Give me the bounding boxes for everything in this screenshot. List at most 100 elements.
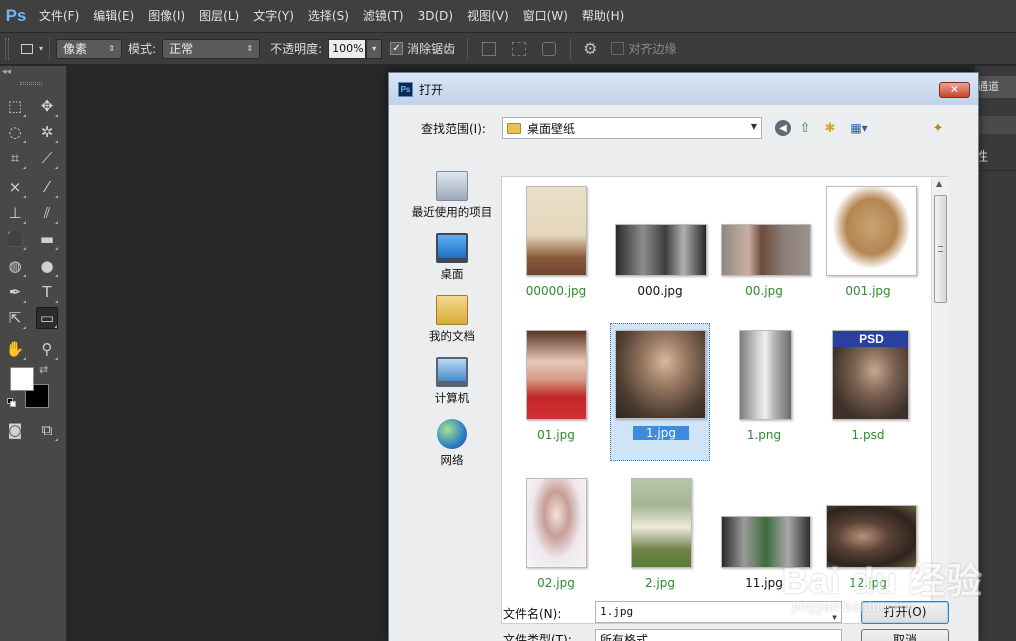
file-item[interactable]: 000.jpg (610, 181, 710, 319)
menu-image[interactable]: 图像(I) (141, 0, 192, 32)
history-brush-tool-icon[interactable]: ⫽ (36, 202, 58, 224)
menu-select[interactable]: 选择(S) (301, 0, 356, 32)
file-item-selected[interactable]: 1.jpg (610, 323, 710, 461)
updown-arrow-icon: ⇕ (246, 44, 254, 53)
open-button[interactable]: 打开(O) (861, 601, 949, 624)
dialog-title-bar[interactable]: Ps 打开 ✕ (389, 73, 978, 105)
file-item[interactable]: 01.jpg (506, 329, 606, 467)
tools-panel-grip[interactable] (20, 82, 42, 85)
opacity-input[interactable]: 100% (328, 38, 367, 59)
right-panel: 通道 性 (975, 66, 1016, 641)
place-desktop[interactable]: 桌面 (403, 233, 501, 282)
place-network[interactable]: 网络 (403, 419, 501, 468)
gradient-tool-icon[interactable]: ▬ (36, 228, 58, 250)
path-arrangement-icon[interactable] (542, 41, 557, 56)
file-thumbnail (526, 186, 587, 276)
options-bar-grip[interactable] (5, 37, 9, 60)
magic-wand-tool-icon[interactable]: ✲ (36, 121, 58, 143)
default-colors-icon[interactable] (7, 398, 17, 408)
marquee-tool-icon[interactable]: ⬚ (4, 95, 26, 117)
menu-3d[interactable]: 3D(D) (411, 0, 460, 32)
menu-view[interactable]: 视图(V) (460, 0, 516, 32)
type-tool-icon[interactable]: T (36, 281, 58, 303)
cancel-button[interactable]: 取消 (861, 629, 949, 641)
menu-layer[interactable]: 图层(L) (192, 0, 246, 32)
zoom-tool-icon[interactable]: ⚲ (36, 338, 58, 360)
photoshop-icon: Ps (398, 82, 413, 97)
tool-preset-icon[interactable] (21, 43, 33, 54)
file-item[interactable]: PSD 1.psd (818, 329, 918, 467)
file-item[interactable]: 2.jpg (610, 477, 710, 615)
screen-mode-icon[interactable]: ⧉ (36, 419, 58, 441)
file-thumbnail (721, 516, 811, 568)
swap-colors-icon[interactable]: ⇄ (39, 363, 48, 376)
unit-value: 像素 (63, 42, 88, 56)
pen-tool-icon[interactable]: ✒ (4, 281, 26, 303)
hand-tool-icon[interactable]: ✋ (4, 338, 26, 360)
file-name-input[interactable]: 1.jpg ▼ (595, 601, 842, 623)
path-selection-tool-icon[interactable]: ⇱ (4, 307, 26, 329)
dodge-tool-icon[interactable]: ● (36, 255, 58, 277)
mode-select[interactable]: 正常 ⇕ (162, 38, 261, 59)
recent-items-icon (436, 171, 468, 201)
path-operations-icon[interactable] (482, 41, 497, 56)
back-icon[interactable]: ◀ (775, 120, 791, 136)
rectangle-tool-icon[interactable]: ▭ (36, 307, 58, 329)
file-item[interactable]: 1.png (714, 329, 814, 467)
favorite-folder-icon[interactable]: ✦ (929, 119, 947, 137)
file-type-select[interactable]: 所有格式 ▼ (595, 629, 842, 641)
view-menu-icon[interactable]: ▦▾ (845, 119, 873, 137)
file-item[interactable]: 00.jpg (714, 181, 814, 319)
clone-stamp-tool-icon[interactable]: ⊥ (4, 202, 26, 224)
menu-window[interactable]: 窗口(W) (516, 0, 575, 32)
file-name: 000.jpg (637, 284, 683, 298)
place-computer[interactable]: 计算机 (403, 357, 501, 406)
file-item[interactable]: 11.jpg (714, 477, 814, 615)
file-item[interactable]: 00000.jpg (506, 181, 606, 319)
file-thumbnail (615, 330, 706, 419)
folder-icon (507, 122, 521, 134)
new-folder-icon[interactable]: ✱ (821, 119, 839, 137)
menu-bar: Ps 文件(F) 编辑(E) 图像(I) 图层(L) 文字(Y) 选择(S) 滤… (0, 0, 1016, 32)
file-item[interactable]: 02.jpg (506, 477, 606, 615)
lasso-tool-icon[interactable]: ◌ (4, 121, 26, 143)
channels-tab[interactable]: 通道 (975, 76, 1016, 98)
quick-mask-icon[interactable]: ◙ (4, 419, 26, 441)
gear-icon[interactable]: ⚙ (583, 39, 597, 58)
scrollbar-thumb[interactable] (934, 195, 947, 303)
antialias-checkbox[interactable]: ✓ (390, 42, 404, 55)
opacity-dropdown-icon[interactable]: ▾ (366, 38, 383, 59)
up-folder-icon[interactable]: ⇧ (796, 119, 814, 137)
collapse-panel-icon[interactable]: ◂◂ (2, 67, 11, 77)
antialias-label: 消除锯齿 (407, 42, 456, 56)
menu-file[interactable]: 文件(F) (32, 0, 86, 32)
mode-value: 正常 (169, 42, 194, 56)
eyedropper-tool-icon[interactable]: ⟋ (36, 147, 58, 169)
file-item[interactable]: 001.jpg (818, 181, 918, 319)
blur-tool-icon[interactable]: ◍ (4, 255, 26, 277)
move-tool-icon[interactable]: ✥ (36, 95, 58, 117)
place-recent[interactable]: 最近使用的项目 (403, 171, 501, 220)
divider (975, 170, 1016, 171)
unit-select[interactable]: 像素 ⇕ (56, 38, 123, 59)
file-item[interactable]: 12.jpg (818, 477, 918, 615)
menu-edit[interactable]: 编辑(E) (86, 0, 141, 32)
tool-preset-dropdown-icon[interactable]: ▾ (39, 44, 43, 53)
look-in-select[interactable]: 桌面壁纸 ▼ (502, 117, 762, 139)
foreground-color-swatch[interactable] (10, 367, 34, 391)
close-button[interactable]: ✕ (939, 82, 970, 98)
align-edges-checkbox[interactable] (611, 42, 625, 55)
eraser-tool-icon[interactable]: ⬛ (4, 228, 26, 250)
file-list-scrollbar[interactable]: ▲ ▼ (931, 177, 949, 623)
file-name-label: 文件名(N): (503, 607, 562, 621)
menu-type[interactable]: 文字(Y) (246, 0, 301, 32)
scroll-up-icon[interactable]: ▲ (936, 179, 942, 188)
menu-filter[interactable]: 滤镜(T) (356, 0, 411, 32)
place-documents[interactable]: 我的文档 (403, 295, 501, 344)
menu-help[interactable]: 帮助(H) (575, 0, 631, 32)
path-alignment-icon[interactable] (512, 41, 527, 56)
chevron-down-icon[interactable]: ▼ (832, 608, 837, 628)
brush-tool-icon[interactable]: ⁄ (36, 176, 58, 198)
crop-tool-icon[interactable]: ⌗ (4, 147, 26, 169)
healing-brush-tool-icon[interactable]: ⨯ (4, 176, 26, 198)
